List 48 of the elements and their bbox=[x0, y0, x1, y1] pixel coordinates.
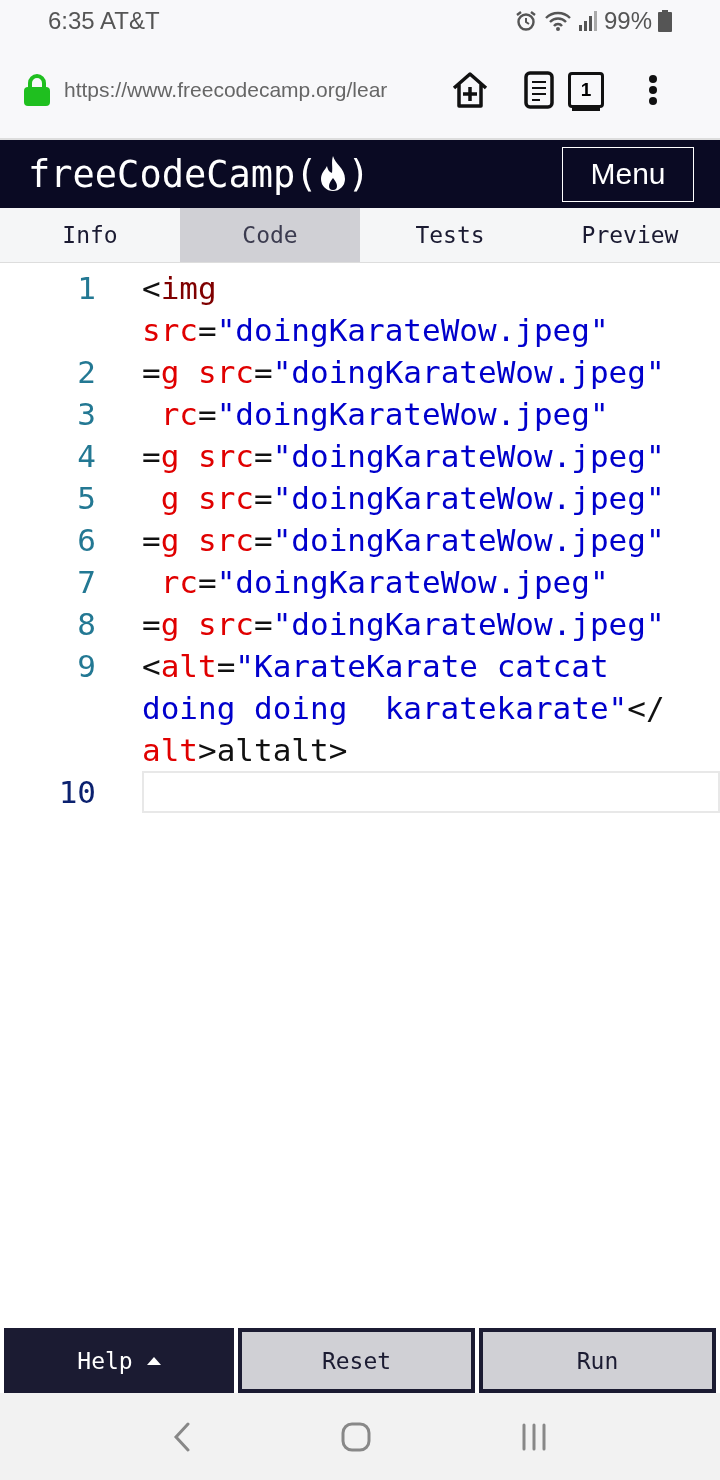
more-icon[interactable] bbox=[648, 75, 658, 105]
code-line: =g src="doingKarateWow.jpeg" bbox=[142, 437, 665, 476]
battery-icon bbox=[658, 10, 672, 32]
code-line: rc="doingKarateWow.jpeg" bbox=[159, 395, 609, 434]
line-number: 5 bbox=[76, 479, 96, 518]
caret-icon bbox=[146, 1356, 161, 1365]
home-icon[interactable] bbox=[341, 1421, 371, 1452]
line-number: 3 bbox=[76, 395, 96, 434]
line-number: 1 bbox=[76, 269, 96, 308]
tab[interactable]: Code bbox=[180, 208, 360, 262]
run-button[interactable]: Run bbox=[479, 1328, 716, 1393]
wifi-icon bbox=[543, 10, 572, 32]
line-number: 10 bbox=[57, 773, 96, 812]
tab[interactable]: Preview bbox=[540, 208, 720, 262]
url-field[interactable]: https://www.freecodecamp.org/lear bbox=[64, 78, 426, 102]
line-number: 6 bbox=[76, 521, 96, 560]
battery-level: 99% bbox=[603, 7, 652, 35]
code-line: =g src="doingKarateWow.jpeg" bbox=[142, 353, 665, 392]
code-line: alt>altalt> bbox=[142, 731, 348, 770]
code-line: <img bbox=[142, 269, 217, 308]
logo-text: freeCodeCamp( bbox=[28, 152, 318, 196]
code-line: rc="doingKarateWow.jpeg" bbox=[159, 563, 609, 602]
line-number: 8 bbox=[76, 605, 96, 644]
code-line: doing doing karatekarate"</ bbox=[142, 689, 665, 728]
logo-text: ) bbox=[347, 152, 370, 196]
line-number: 4 bbox=[76, 437, 96, 476]
line-number: 2 bbox=[76, 353, 96, 392]
recents-icon[interactable] bbox=[521, 1422, 547, 1451]
reset-button[interactable]: Reset bbox=[238, 1328, 475, 1393]
help-button[interactable]: Help bbox=[4, 1328, 234, 1393]
tab[interactable]: Info bbox=[0, 208, 180, 262]
home-add-icon[interactable] bbox=[450, 70, 490, 110]
menu-button[interactable]: Menu bbox=[562, 146, 694, 202]
flame-icon bbox=[319, 156, 346, 192]
tab-count-button[interactable]: 1 bbox=[568, 72, 604, 108]
document-icon[interactable] bbox=[524, 71, 554, 109]
code-line: g src="doingKarateWow.jpeg" bbox=[159, 479, 665, 518]
code-line: =g src="doingKarateWow.jpeg" bbox=[142, 521, 665, 560]
code-line: =g src="doingKarateWow.jpeg" bbox=[142, 605, 665, 644]
line-number: 9 bbox=[76, 647, 96, 686]
status-time: 6:35 AT&T bbox=[48, 7, 160, 35]
back-icon[interactable] bbox=[173, 1421, 191, 1452]
signal-icon bbox=[577, 11, 598, 31]
code-line: <alt="KarateKarate catcat bbox=[142, 647, 609, 686]
tab[interactable]: Tests bbox=[360, 208, 540, 262]
lock-icon bbox=[24, 74, 50, 106]
line-number: 7 bbox=[76, 563, 96, 602]
code-line: src="doingKarateWow.jpeg" bbox=[142, 311, 609, 350]
